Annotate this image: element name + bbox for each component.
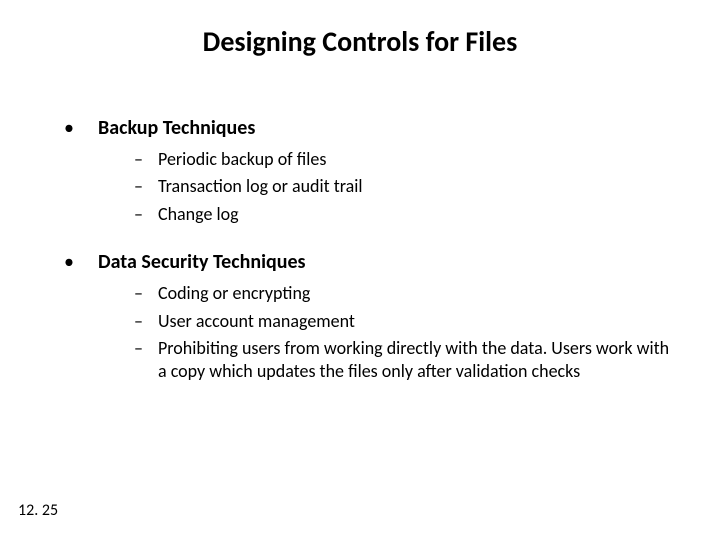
- list-item-label: Backup Techniques: [98, 116, 255, 140]
- sub-list-item: – Change log: [134, 203, 680, 226]
- bullet-dash-icon: –: [134, 337, 158, 360]
- sub-list-item-label: Transaction log or audit trail: [158, 175, 363, 198]
- bullet-dash-icon: –: [134, 310, 158, 333]
- sub-list-item: – Periodic backup of files: [134, 148, 680, 171]
- list-item-label: Data Security Techniques: [98, 250, 306, 274]
- sub-list-item-label: Prohibiting users from working directly …: [158, 337, 680, 384]
- bullet-dot-icon: •: [64, 250, 98, 274]
- bullet-dash-icon: –: [134, 175, 158, 198]
- slide-title: Designing Controls for Files: [0, 24, 720, 59]
- bullet-dot-icon: •: [64, 116, 98, 140]
- sub-list-item-label: Coding or encrypting: [158, 282, 310, 305]
- list-item: • Backup Techniques – Periodic backup of…: [64, 116, 680, 226]
- list-item-row: • Data Security Techniques: [64, 250, 680, 274]
- bullet-list: • Backup Techniques – Periodic backup of…: [64, 116, 680, 384]
- sub-list-item: – Transaction log or audit trail: [134, 175, 680, 198]
- sub-list-item-label: User account management: [158, 310, 355, 333]
- bullet-dash-icon: –: [134, 282, 158, 305]
- sub-list: – Periodic backup of files – Transaction…: [134, 148, 680, 226]
- list-item-row: • Backup Techniques: [64, 116, 680, 140]
- sub-list-item: – Coding or encrypting: [134, 282, 680, 305]
- sub-list: – Coding or encrypting – User account ma…: [134, 282, 680, 384]
- list-item: • Data Security Techniques – Coding or e…: [64, 250, 680, 384]
- bullet-dash-icon: –: [134, 148, 158, 171]
- slide: Designing Controls for Files • Backup Te…: [0, 0, 720, 540]
- sub-list-item-label: Change log: [158, 203, 239, 226]
- bullet-dash-icon: –: [134, 203, 158, 226]
- sub-list-item: – Prohibiting users from working directl…: [134, 337, 680, 384]
- page-number: 12. 25: [18, 501, 58, 520]
- slide-content: • Backup Techniques – Periodic backup of…: [64, 116, 680, 408]
- sub-list-item-label: Periodic backup of files: [158, 148, 326, 171]
- sub-list-item: – User account management: [134, 310, 680, 333]
